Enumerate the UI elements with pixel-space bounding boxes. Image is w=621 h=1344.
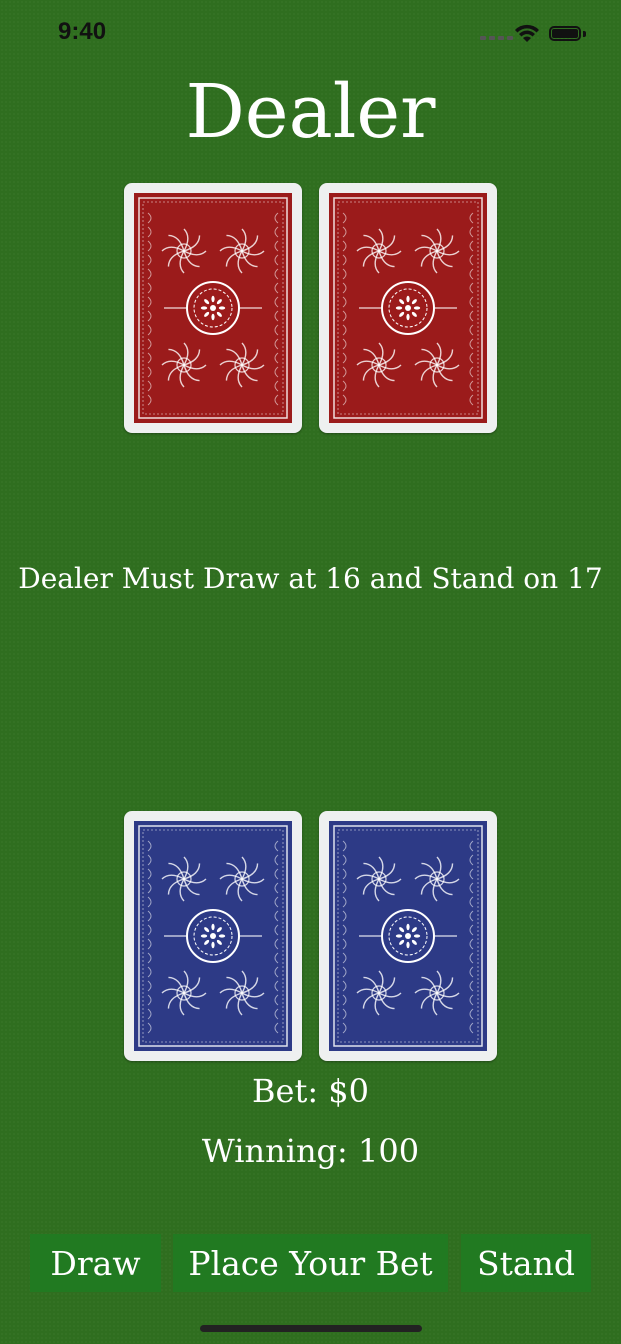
battery-icon (549, 26, 581, 41)
place-bet-button[interactable]: Place Your Bet (173, 1234, 448, 1292)
bet-amount: Bet: $0 (252, 1072, 369, 1110)
draw-button[interactable]: Draw (30, 1234, 161, 1292)
player-card-1 (124, 811, 302, 1061)
dealer-title: Dealer (185, 69, 436, 155)
home-indicator (200, 1325, 422, 1332)
winning-amount: Winning: 100 (201, 1132, 420, 1170)
card-back-pattern (134, 821, 292, 1051)
status-time: 9:40 (58, 18, 107, 45)
dealer-rule-text: Dealer Must Draw at 16 and Stand on 17 (18, 562, 603, 595)
dealer-card-1 (124, 183, 302, 433)
card-back-pattern (134, 193, 292, 423)
card-back-pattern (329, 821, 487, 1051)
status-bar: 9:40 (0, 0, 621, 64)
dealer-card-2 (319, 183, 497, 433)
player-card-2 (319, 811, 497, 1061)
card-back-pattern (329, 193, 487, 423)
signal-icon (480, 36, 513, 40)
wifi-icon (515, 24, 539, 42)
stand-button[interactable]: Stand (461, 1234, 591, 1292)
